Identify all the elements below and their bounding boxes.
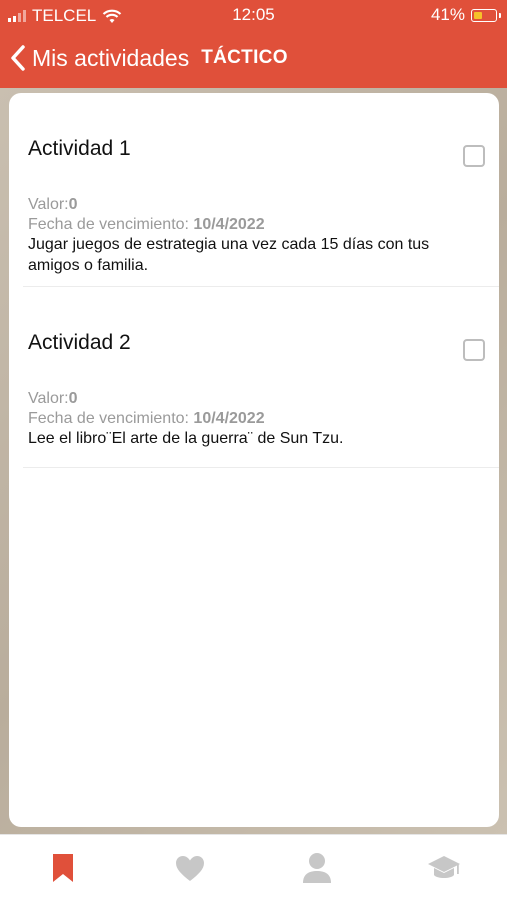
tab-activities[interactable]: [33, 848, 93, 888]
activity-item: Actividad 2 Valor:0 Fecha de vencimiento…: [23, 287, 499, 468]
chevron-left-icon: [11, 45, 25, 71]
activity-due-date: Fecha de vencimiento: 10/4/2022: [28, 216, 265, 233]
page-title: TÁCTICO: [201, 47, 288, 68]
tab-bar: [0, 834, 507, 901]
activity-due-date: Fecha de vencimiento: 10/4/2022: [28, 410, 265, 427]
battery-level: [474, 11, 482, 19]
battery-icon: [471, 8, 501, 22]
graduation-cap-icon: [427, 856, 460, 878]
app-header: TELCEL 12:05 41% Mis actividades TÁCTICO: [0, 0, 507, 88]
activity-valor: Valor:0: [28, 196, 78, 213]
tab-profile[interactable]: [287, 848, 347, 888]
activity-description: Lee el libro¨El arte de la guerra¨ de Su…: [28, 430, 344, 447]
user-icon: [302, 853, 331, 883]
activity-title: Actividad 1: [28, 137, 131, 160]
tab-learning[interactable]: [414, 848, 474, 888]
tab-favorites[interactable]: [160, 848, 220, 888]
activity-title: Actividad 2: [28, 331, 131, 354]
heart-icon: [176, 855, 205, 881]
activity-checkbox[interactable]: [463, 339, 485, 361]
bookmark-icon: [53, 854, 74, 882]
activities-card: Actividad 1 Valor:0 Fecha de vencimiento…: [9, 93, 499, 827]
activity-valor: Valor:0: [28, 390, 78, 407]
activity-item: Actividad 1 Valor:0 Fecha de vencimiento…: [23, 93, 499, 287]
nav-bar: Mis actividades TÁCTICO: [0, 36, 507, 80]
back-label: Mis actividades: [32, 44, 190, 71]
activity-checkbox[interactable]: [463, 145, 485, 167]
battery-percent: 41%: [430, 5, 465, 24]
back-button[interactable]: Mis actividades: [10, 45, 189, 72]
status-bar: TELCEL 12:05 41%: [0, 0, 507, 30]
activity-description: Jugar juegos de estrategia una vez cada …: [28, 236, 430, 274]
